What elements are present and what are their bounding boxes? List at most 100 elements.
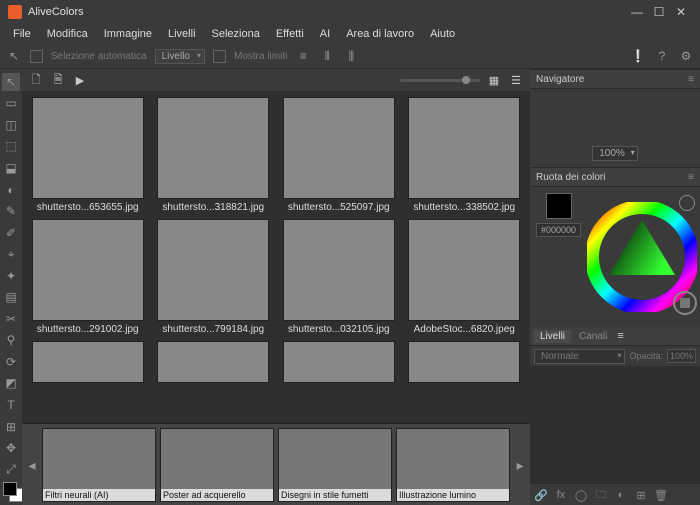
menu-immagine[interactable]: Immagine [97,26,159,42]
menu-aiuto[interactable]: Aiuto [423,26,462,42]
menu-livelli[interactable]: Livelli [161,26,203,42]
thumbnail[interactable] [154,341,274,383]
tool-8[interactable]: ⌖ [2,245,20,263]
new-layer-icon[interactable]: ⊞ [634,488,648,502]
thumb-size-slider[interactable] [400,79,480,82]
align-icon-2[interactable]: ⫴ [319,48,335,64]
filter-card[interactable]: Disegni in stile fumetti [278,428,392,502]
menu-file[interactable]: File [6,26,38,42]
tool-1[interactable]: ▭ [2,95,20,113]
navigator-body: 100% [530,89,700,167]
layer-options: Normale Opacità: 100% [530,346,700,366]
tool-14[interactable]: ◩ [2,375,20,393]
minimize-button[interactable]: — [626,2,648,22]
menu-area di lavoro[interactable]: Area di lavoro [339,26,421,42]
tool-6[interactable]: ✎ [2,202,20,220]
tool-11[interactable]: ✂ [2,310,20,328]
tool-0[interactable]: ↖ [2,73,20,91]
filter-filmstrip: ◂ Filtri neurali (AI)Poster ad acquerell… [22,423,530,505]
notify-icon[interactable]: ❕ [630,48,646,64]
menu-effetti[interactable]: Effetti [269,26,311,42]
fx-icon[interactable]: fx [554,488,568,502]
settings-icon[interactable]: ⚙ [678,48,694,64]
tool-9[interactable]: ✦ [2,267,20,285]
thumbnail[interactable]: shuttersto...318821.jpg [154,97,274,213]
thumbnail[interactable] [405,341,525,383]
align-icon[interactable]: ≡ [295,48,311,64]
thumbnail[interactable]: shuttersto...653655.jpg [28,97,148,213]
thumbnail[interactable]: shuttersto...291002.jpg [28,219,148,335]
thumbnail[interactable] [28,341,148,383]
zoom-select[interactable]: 100% [592,146,638,161]
menu-ai[interactable]: AI [313,26,337,42]
close-button[interactable]: ✕ [670,2,692,22]
colorwheel-body: #000000 [530,187,700,327]
new-doc-icon[interactable]: 🗋 [28,72,44,88]
filter-card[interactable]: Filtri neurali (AI) [42,428,156,502]
list-view-icon[interactable]: ☰ [508,72,524,88]
thumbnail-label: shuttersto...653655.jpg [37,202,139,213]
grid-view-icon[interactable]: ▦ [486,72,502,88]
color-wheel[interactable] [587,193,697,321]
thumbnail[interactable]: shuttersto...032105.jpg [279,219,399,335]
panel-menu-icon[interactable]: ≡ [688,74,694,85]
thumbnail[interactable]: shuttersto...799184.jpg [154,219,274,335]
filter-card[interactable]: Poster ad acquerello [160,428,274,502]
show-bounds-checkbox[interactable] [213,50,226,63]
tool-7[interactable]: ✐ [2,224,20,242]
thumbnail-grid: shuttersto...653655.jpg shuttersto...3188… [22,91,530,423]
hue-indicator[interactable] [679,195,695,211]
tool-16[interactable]: ⊞ [2,418,20,436]
hex-input[interactable]: #000000 [536,223,581,237]
auto-select-checkbox[interactable] [30,50,43,63]
navigator-header: Navigatore ≡ [530,69,700,89]
opacity-value[interactable]: 100% [667,349,696,363]
tool-18[interactable]: ⤢ [2,461,20,479]
folder-icon[interactable]: 🗀 [594,488,608,502]
tool-12[interactable]: ⚲ [2,332,20,350]
tool-2[interactable]: ◫ [2,116,20,134]
tab-channels[interactable]: Canali [573,330,613,343]
thumbnail[interactable]: shuttersto...525097.jpg [279,97,399,213]
tool-5[interactable]: ◐ [2,181,20,199]
color-swatch[interactable] [546,193,572,219]
tool-13[interactable]: ⟳ [2,353,20,371]
left-toolbar: ↖ ▭ ◫ ⬚ ⬓ ◐ ✎ ✐ ⌖ ✦ ▤ ✂ ⚲ ⟳ ◩ T ⊞ ✥ ⤢ [0,69,22,505]
thumbnail[interactable] [279,341,399,383]
tool-17[interactable]: ✥ [2,439,20,457]
filmstrip-prev[interactable]: ◂ [26,430,38,500]
menu-modifica[interactable]: Modifica [40,26,95,42]
align-icon-3[interactable]: ⫼ [343,48,359,64]
tool-3[interactable]: ⬚ [2,138,20,156]
open-doc-icon[interactable]: 🗎 [50,72,66,88]
tab-layers[interactable]: Livelli [534,330,571,343]
filmstrip-next[interactable]: ▸ [514,430,526,500]
link-layer-icon[interactable]: 🔗 [534,488,548,502]
trash-icon[interactable]: 🗑 [654,488,668,502]
thumbnail-label: shuttersto...338502.jpg [413,202,515,213]
mask-icon[interactable]: ◯ [574,488,588,502]
browser-toolbar: 🗋 🗎 ▶ ▦ ☰ [22,69,530,91]
layers-list [530,366,700,483]
thumbnail[interactable]: AdobeStoc...6820.jpeg [405,219,525,335]
panel-menu-icon[interactable]: ≡ [688,172,694,183]
filter-card[interactable]: Illustrazione lumino [396,428,510,502]
level-select[interactable]: Livello [155,49,205,64]
help-icon[interactable]: ? [654,48,670,64]
fg-bg-swatch[interactable] [3,482,19,498]
tool-15[interactable]: T [2,396,20,414]
adjust-icon[interactable]: ◐ [614,488,628,502]
tool-4[interactable]: ⬓ [2,159,20,177]
panel-menu-icon[interactable]: ≡ [617,330,623,342]
thumbnail-label: shuttersto...525097.jpg [288,202,390,213]
maximize-button[interactable]: ☐ [648,2,670,22]
menu-seleziona[interactable]: Seleziona [205,26,267,42]
shape-toggle[interactable] [673,291,697,315]
opacity-label: Opacità: [629,351,663,361]
blend-mode-select[interactable]: Normale [534,349,625,364]
thumbnail[interactable]: shuttersto...338502.jpg [405,97,525,213]
pointer-icon[interactable]: ↖ [6,48,22,64]
colorwheel-header: Ruota dei colori ≡ [530,167,700,187]
tool-10[interactable]: ▤ [2,288,20,306]
play-icon[interactable]: ▶ [72,72,88,88]
